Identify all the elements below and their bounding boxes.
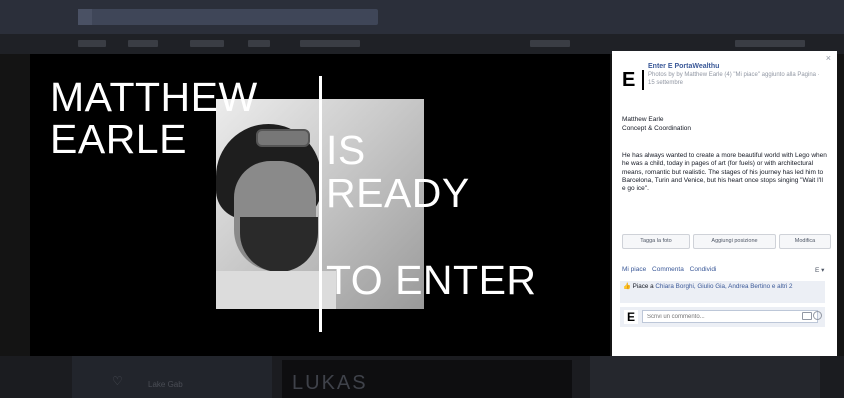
page-avatar[interactable]: E <box>622 68 644 92</box>
portrait-shirt <box>216 271 336 309</box>
headline-to-enter: TO ENTER <box>326 257 537 303</box>
background-content: ♡ Lake Gab LUKAS <box>0 356 844 398</box>
photo-actions: Tagga la foto Aggiungi posizione Modific… <box>622 234 831 249</box>
edit-button[interactable]: Modifica <box>779 234 831 249</box>
caption-author: Matthew Earle <box>622 116 664 123</box>
background-nav-item <box>248 40 270 47</box>
background-cover-text: LUKAS <box>292 372 368 394</box>
background-nav-item <box>78 40 106 47</box>
headline-ready: READY <box>326 170 470 216</box>
background-nav-item <box>190 40 224 47</box>
likes-summary: 👍 Piace a Chiara Borghi, Giulio Gia, And… <box>620 281 825 303</box>
photo-info-panel: × E Enter E PortaWealthu Photos by by Ma… <box>612 51 837 356</box>
likes-people[interactable]: Chiara Borghi, Giulio Gia, Andrea Bertin… <box>655 283 792 290</box>
background-heart-icon: ♡ <box>112 374 123 388</box>
likes-prefix: Piace a <box>632 283 656 290</box>
page-avatar-bar <box>642 70 644 90</box>
photo-meta: Photos by by Matthew Earle (4) "Mi piace… <box>648 72 820 86</box>
caption-role: Concept & Coordination <box>622 125 692 132</box>
background-logo <box>78 9 92 25</box>
background-search-bar <box>78 9 378 25</box>
background-top-bar <box>0 0 844 34</box>
headline-divider <box>319 76 322 332</box>
comment-link[interactable]: Commenta <box>652 266 684 273</box>
headline-name-first: MATTHEW <box>50 74 258 120</box>
photo-stage[interactable]: MATTHEW EARLE IS READY TO ENTER <box>30 54 610 356</box>
background-card <box>72 356 272 398</box>
headline-name-last: EARLE <box>50 116 187 162</box>
background-nav-item <box>300 40 360 47</box>
caption-description: He has always wanted to create a more be… <box>622 152 827 193</box>
add-location-button[interactable]: Aggiungi posizione <box>693 234 776 249</box>
background-nav-item <box>530 40 570 47</box>
actor-selector[interactable]: E ▾ <box>815 266 824 274</box>
background-card <box>590 356 820 398</box>
background-nav-item <box>735 40 805 47</box>
like-link[interactable]: Mi piace <box>622 266 646 273</box>
headline-is: IS <box>326 127 366 173</box>
feedback-links: Mi piace Commenta Condividi <box>622 266 720 273</box>
emoji-icon[interactable] <box>813 311 822 320</box>
background-nav-item <box>128 40 158 47</box>
commenter-avatar: E <box>624 310 638 324</box>
portrait-sunglasses <box>256 129 310 147</box>
page-avatar-letter: E <box>622 69 636 91</box>
camera-icon[interactable] <box>802 312 812 320</box>
comment-composer: E <box>620 307 825 327</box>
comment-input[interactable] <box>642 310 818 323</box>
page-name-link[interactable]: Enter E PortaWealthu <box>648 63 719 70</box>
tag-photo-button[interactable]: Tagga la foto <box>622 234 690 249</box>
share-link[interactable]: Condividi <box>690 266 717 273</box>
background-small-text: Lake Gab <box>148 380 183 389</box>
thumbs-up-icon: 👍 <box>623 283 633 290</box>
close-icon[interactable]: × <box>826 53 831 63</box>
